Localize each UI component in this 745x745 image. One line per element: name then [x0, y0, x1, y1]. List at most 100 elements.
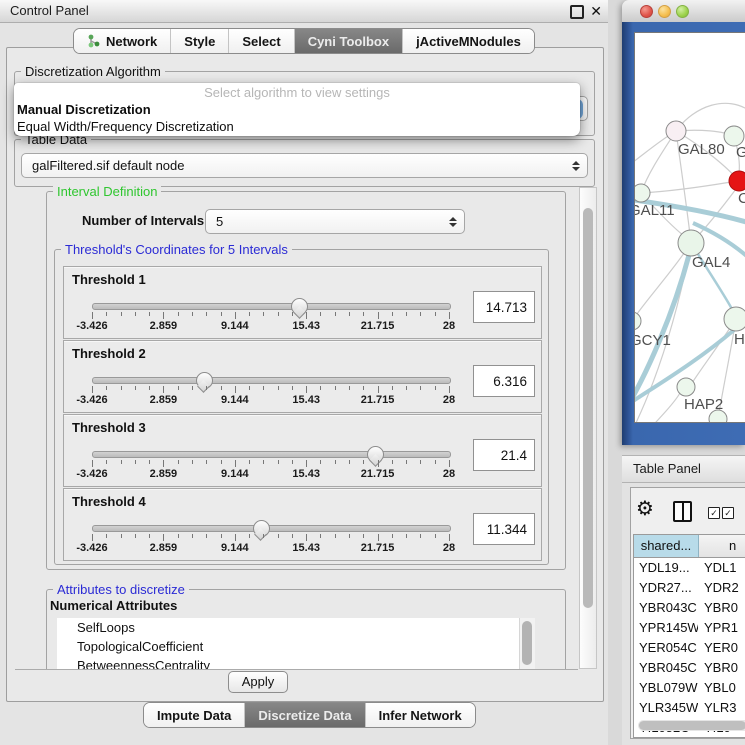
tab-label: Discretize Data [258, 708, 351, 723]
node-c[interactable] [729, 171, 745, 191]
cell-name[interactable]: YDR2 [698, 578, 745, 598]
threshold-3-slider[interactable] [92, 451, 451, 458]
table-horizontal-scrollbar[interactable] [638, 720, 745, 731]
table-row[interactable]: YBR045CYBR0 [634, 658, 745, 678]
interval-definition-group: Interval Definition Number of Intervals … [46, 191, 566, 570]
cell-shared-name[interactable]: YDL19... [634, 558, 698, 578]
tab-select[interactable]: Select [228, 29, 293, 53]
column-header-shared-name[interactable]: shared... [634, 535, 699, 557]
node-gal80[interactable] [666, 121, 686, 141]
node-g[interactable] [724, 126, 744, 146]
cell-name[interactable]: YER0 [698, 638, 745, 658]
panel-vertical-scrollbar[interactable] [579, 187, 597, 669]
apply-button[interactable]: Apply [228, 671, 288, 693]
threshold-4-slider[interactable] [92, 525, 451, 532]
node-gal4[interactable] [678, 230, 704, 256]
table-row[interactable]: YBL079WYBL0 [634, 678, 745, 698]
minimize-traffic-light-icon[interactable] [658, 5, 671, 18]
network-canvas[interactable]: GAL80G.CGAL11GAL4GCY1HHAP2 [634, 32, 745, 423]
checkbox-icon[interactable]: ✓ [722, 507, 734, 519]
scrollbar-thumb[interactable] [583, 208, 593, 608]
tick-label: -3.426 [76, 320, 107, 332]
gear-icon[interactable]: ⚙ [636, 496, 654, 521]
threshold-3-panel: Threshold 3-3.4262.8599.14415.4321.71528… [63, 414, 542, 487]
split-columns-icon[interactable] [673, 501, 692, 522]
table-row[interactable]: YDL19...YDL1 [634, 558, 745, 578]
list-scrollbar[interactable] [519, 618, 535, 670]
cell-name[interactable]: YBR0 [698, 658, 745, 678]
node-label: GAL4 [692, 254, 730, 271]
float-window-icon[interactable] [570, 5, 584, 19]
network-desktop: GAL80G.CGAL11GAL4GCY1HHAP2 [622, 22, 745, 445]
attribute-item-selfloops[interactable]: SelfLoops [57, 618, 535, 637]
tick-label: 2.859 [150, 320, 178, 332]
cell-shared-name[interactable]: YBL079W [634, 678, 698, 698]
node-table: shared... n YDL19...YDL1YDR27...YDR2YBR0… [633, 534, 745, 738]
tab-cyni-toolbox[interactable]: Cyni Toolbox [294, 29, 402, 53]
attribute-item-topologicalcoefficient[interactable]: TopologicalCoefficient [57, 637, 535, 656]
cell-name[interactable]: YLR3 [698, 698, 745, 718]
cell-shared-name[interactable]: YDR27... [634, 578, 698, 598]
threshold-1-value[interactable]: 14.713 [473, 291, 535, 323]
node-gcy1[interactable] [635, 312, 641, 330]
node-gal11[interactable] [635, 184, 650, 202]
attribute-item-betweennesscentrality[interactable]: BetweennessCentrality [57, 656, 535, 670]
table-panel-titlebar: Table Panel [622, 455, 745, 483]
cell-shared-name[interactable]: YER054C [634, 638, 698, 658]
checkbox-icon[interactable]: ✓ [708, 507, 720, 519]
zoom-traffic-light-icon[interactable] [676, 5, 689, 18]
combo-stepper-icon[interactable] [572, 161, 580, 171]
attributes-group: Attributes to discretize Numerical Attri… [46, 589, 566, 670]
node-hap2[interactable] [677, 378, 695, 396]
table-row[interactable]: YPR145WYPR1 [634, 618, 745, 638]
combo-stepper-icon[interactable] [449, 217, 457, 227]
algorithm-dropdown-popup: Select algorithm to view settings Manual… [14, 83, 580, 136]
threshold-4-value[interactable]: 11.344 [473, 513, 535, 545]
cell-name[interactable]: YDL1 [698, 558, 745, 578]
tab-label: Style [184, 34, 215, 49]
number-of-intervals-value: 5 [216, 214, 223, 229]
tick-label: 2.859 [150, 394, 178, 406]
bottom-tab-impute-data[interactable]: Impute Data [144, 703, 244, 727]
tab-network[interactable]: Network [74, 29, 170, 53]
bottom-tab-discretize-data[interactable]: Discretize Data [244, 703, 364, 727]
tab-label: Select [242, 34, 280, 49]
dropdown-item-manual-discretization[interactable]: Manual Discretization [14, 101, 580, 118]
threshold-1-slider[interactable] [92, 303, 451, 310]
column-header-name[interactable]: n [699, 535, 745, 557]
cell-name[interactable]: YBL0 [698, 678, 745, 698]
dropdown-item-equal-width-frequency-discretization[interactable]: Equal Width/Frequency Discretization [14, 118, 580, 135]
group-title: Threshold's Coordinates for 5 Intervals [61, 242, 292, 257]
table-row[interactable]: YER054CYER0 [634, 638, 745, 658]
bottom-tab-infer-network[interactable]: Infer Network [365, 703, 475, 727]
threshold-2-slider[interactable] [92, 377, 451, 384]
tab-jactivemnodules[interactable]: jActiveMNodules [402, 29, 534, 53]
cell-shared-name[interactable]: YBR045C [634, 658, 698, 678]
node-label: G. [736, 144, 745, 161]
table-data-combo[interactable]: galFiltered.sif default node [21, 153, 588, 178]
panel-title: Control Panel [10, 0, 89, 22]
table-row[interactable]: YBR043CYBR0 [634, 598, 745, 618]
close-traffic-light-icon[interactable] [640, 5, 653, 18]
threshold-2-value[interactable]: 6.316 [473, 365, 535, 397]
tick-label: 21.715 [361, 320, 395, 332]
control-panel-window: Control Panel ✕ Network Style Select Cyni T… [0, 0, 608, 745]
cell-name[interactable]: YPR1 [698, 618, 745, 638]
cell-shared-name[interactable]: YBR043C [634, 598, 698, 618]
tab-style[interactable]: Style [170, 29, 228, 53]
tick-label: -3.426 [76, 468, 107, 480]
cell-name[interactable]: YBR0 [698, 598, 745, 618]
threshold-3-value[interactable]: 21.4 [473, 439, 535, 471]
tick-label: 28 [443, 320, 455, 332]
close-icon[interactable]: ✕ [590, 0, 602, 22]
node-label: GCY1 [635, 332, 671, 349]
scrollbar-thumb[interactable] [639, 721, 745, 730]
table-row[interactable]: YLR345WYLR3 [634, 698, 745, 718]
scrollbar-thumb[interactable] [522, 621, 532, 665]
network-edge [641, 182, 731, 193]
cell-shared-name[interactable]: YLR345W [634, 698, 698, 718]
number-of-intervals-combo[interactable]: 5 [205, 209, 465, 234]
node-h[interactable] [724, 307, 745, 331]
table-row[interactable]: YDR27...YDR2 [634, 578, 745, 598]
cell-shared-name[interactable]: YPR145W [634, 618, 698, 638]
